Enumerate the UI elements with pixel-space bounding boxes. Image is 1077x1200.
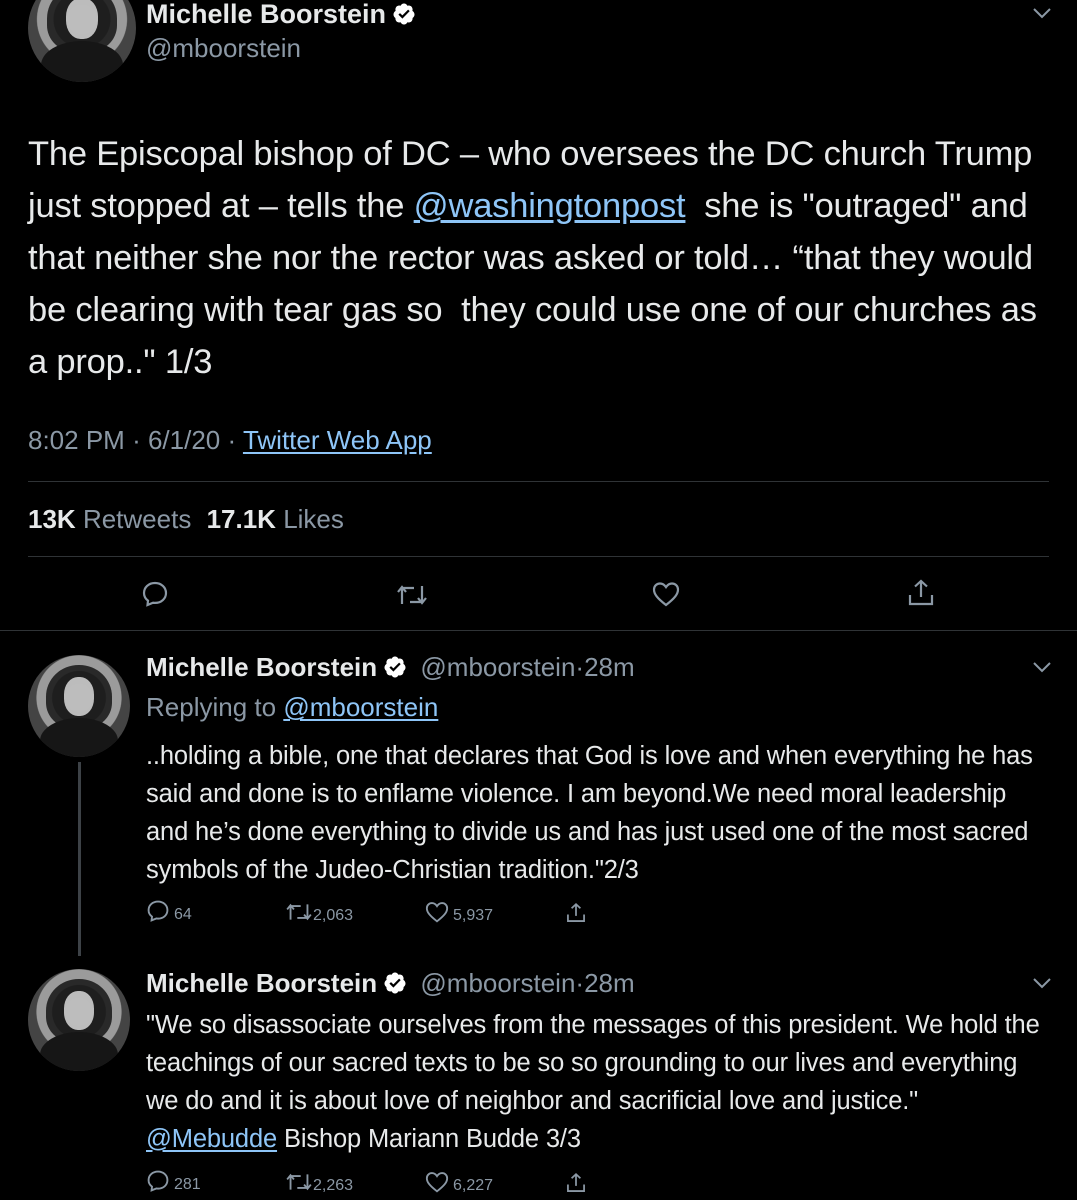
retweets-stat[interactable]: 13K Retweets (28, 504, 191, 534)
reply-text: "We so disassociate ourselves from the m… (146, 1006, 1046, 1158)
reply-action[interactable]: 64 (146, 898, 192, 924)
chevron-down-icon[interactable] (1031, 976, 1053, 990)
retweet-icon (286, 1173, 312, 1191)
share-icon[interactable] (906, 578, 936, 608)
retweet-count: 2,263 (313, 1177, 354, 1194)
tweet-meta: 8:02 PM · 6/1/20 · Twitter Web App (28, 425, 432, 456)
reply-count: 64 (174, 906, 192, 923)
meta-separator: · (132, 425, 141, 455)
divider (0, 630, 1077, 631)
reply-time[interactable]: 28m (584, 968, 635, 998)
reply-icon[interactable] (141, 580, 169, 608)
like-icon (425, 1172, 449, 1193)
share-icon[interactable] (565, 901, 587, 925)
handle-time-separator: · (575, 652, 585, 682)
tweet-date: 6/1/20 (147, 425, 221, 455)
reply-header: Michelle Boorstein @mboorstein·28m (146, 651, 635, 683)
thread-line (78, 762, 81, 956)
like-count: 5,937 (453, 907, 494, 924)
avatar[interactable] (28, 655, 130, 757)
reply-icon (147, 1170, 169, 1192)
handle-time-separator: · (575, 968, 585, 998)
likes-stat[interactable]: 17.1K Likes (207, 504, 344, 534)
likes-label: Likes (283, 504, 344, 534)
avatar[interactable] (28, 0, 136, 82)
tweet-time: 8:02 PM (28, 425, 125, 455)
author-handle[interactable]: @mboorstein (420, 968, 575, 998)
like-count: 6,227 (453, 1177, 494, 1194)
like-action[interactable]: 5,937 (425, 899, 493, 925)
mention-link[interactable]: @Mebudde (146, 1125, 277, 1153)
replying-label: Replying to (146, 692, 284, 722)
retweets-label: Retweets (82, 504, 192, 534)
author-handle[interactable]: @mboorstein (146, 33, 301, 64)
chevron-down-icon[interactable] (1031, 6, 1053, 20)
reply-text-part: Bishop Mariann Budde 3/3 (277, 1125, 581, 1153)
author-handle[interactable]: @mboorstein (420, 652, 575, 682)
retweets-count: 13K (28, 504, 76, 534)
chevron-down-icon[interactable] (1031, 660, 1053, 674)
like-icon (425, 902, 449, 923)
author-name[interactable]: Michelle Boorstein (146, 0, 416, 30)
reply-text-part: "We so disassociate ourselves from the m… (146, 1011, 1040, 1115)
retweet-action[interactable]: 2,263 (285, 1169, 353, 1195)
display-name[interactable]: Michelle Boorstein (146, 652, 377, 682)
reply-count: 281 (174, 1176, 201, 1193)
reply-header: Michelle Boorstein @mboorstein·28m (146, 967, 635, 999)
like-action[interactable]: 6,227 (425, 1169, 493, 1195)
tweet-text: The Episcopal bishop of DC – who oversee… (28, 128, 1038, 388)
tweet-source-link[interactable]: Twitter Web App (243, 425, 432, 455)
divider (28, 481, 1049, 482)
reply-icon (147, 900, 169, 922)
reply-action[interactable]: 281 (146, 1168, 201, 1194)
share-icon[interactable] (565, 1171, 587, 1195)
likes-count: 17.1K (206, 504, 276, 534)
verified-badge-icon (393, 3, 415, 25)
retweet-icon (286, 903, 312, 921)
meta-separator: · (227, 425, 237, 455)
retweet-icon[interactable] (396, 582, 428, 608)
retweet-action[interactable]: 2,063 (285, 899, 353, 925)
like-icon[interactable] (652, 581, 680, 607)
tweet-stats: 13K Retweets 17.1K Likes (28, 504, 344, 535)
display-name[interactable]: Michelle Boorstein (146, 0, 386, 29)
avatar[interactable] (28, 969, 130, 1071)
mention-link[interactable]: @washingtonpost (414, 187, 686, 225)
retweet-count: 2,063 (313, 907, 354, 924)
reply-time[interactable]: 28m (584, 652, 635, 682)
verified-badge-icon (384, 656, 406, 678)
divider (28, 556, 1049, 557)
replying-to-link[interactable]: @mboorstein (283, 692, 438, 722)
reply-text: ..holding a bible, one that declares tha… (146, 742, 1033, 884)
display-name[interactable]: Michelle Boorstein (146, 968, 377, 998)
replying-to: Replying to @mboorstein (146, 691, 438, 723)
verified-badge-icon (384, 972, 406, 994)
